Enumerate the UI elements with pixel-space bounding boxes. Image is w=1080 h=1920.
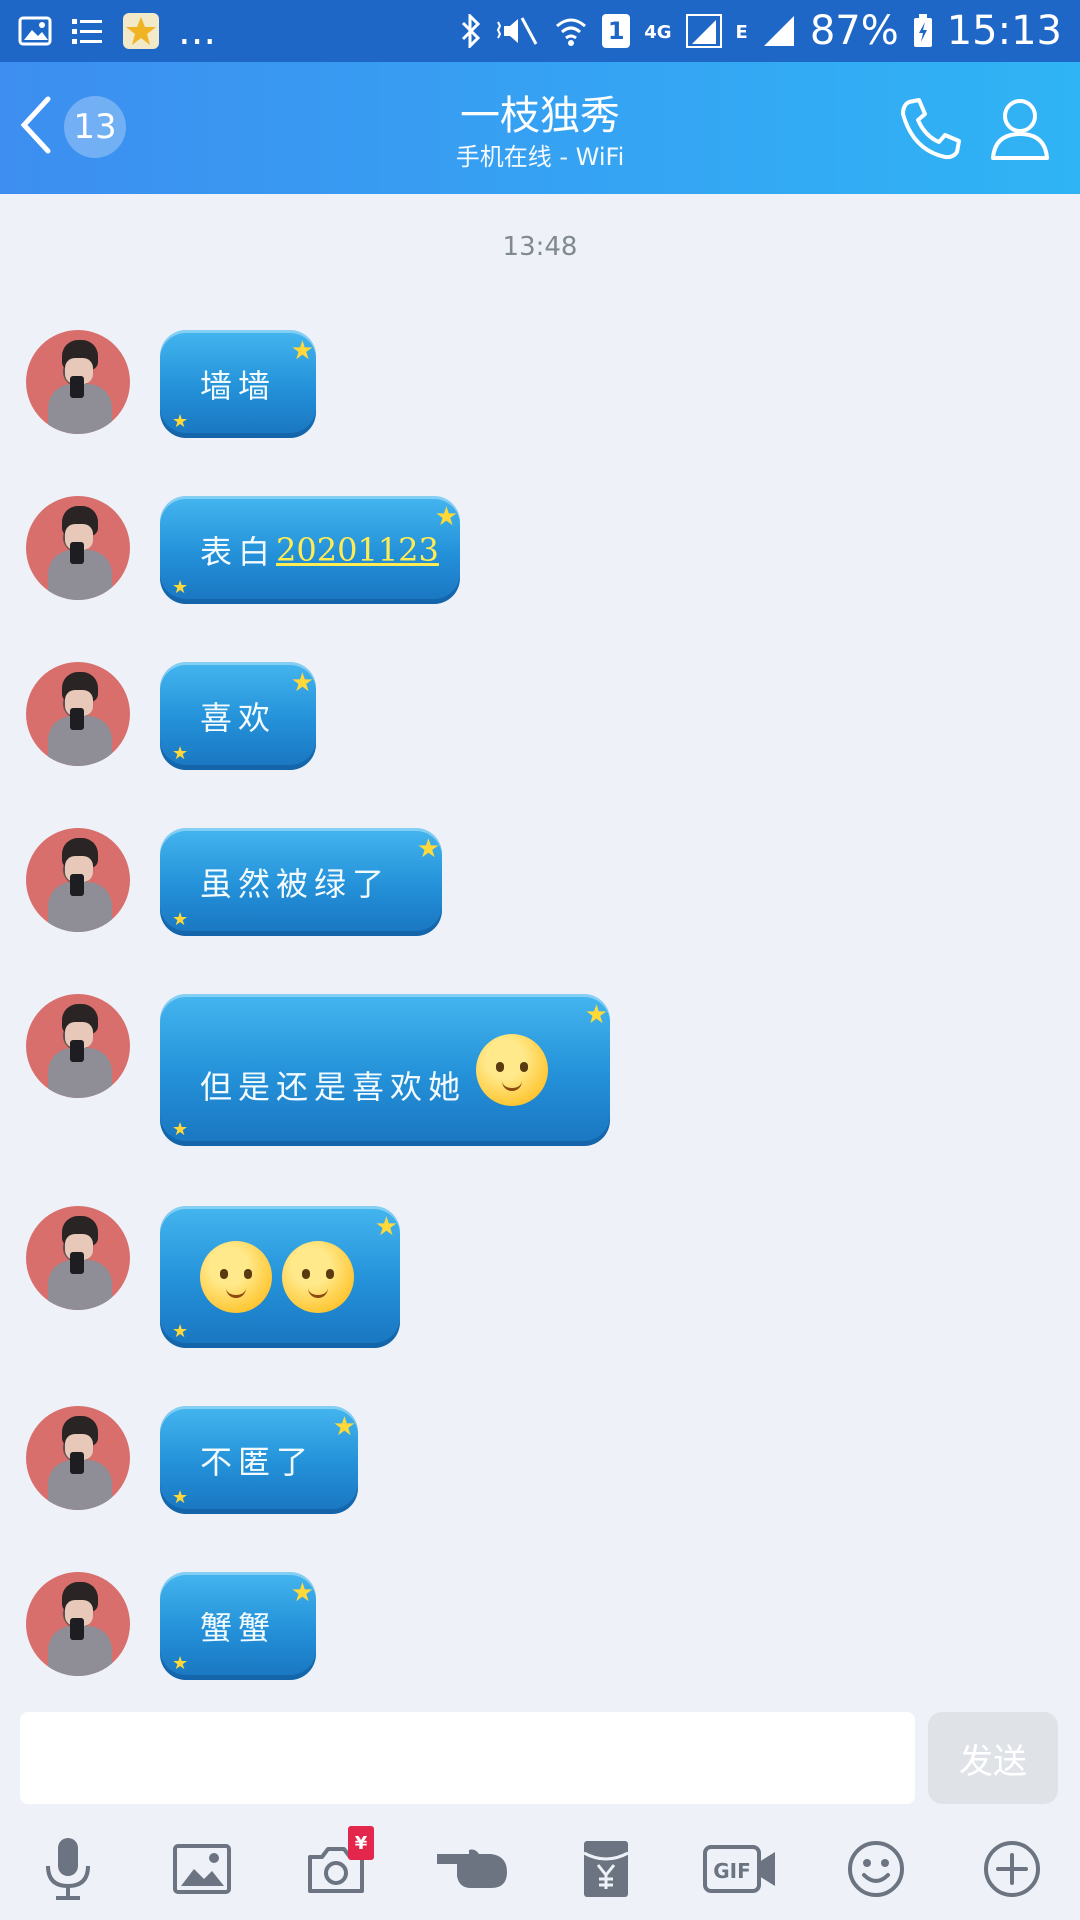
signal-icon-1 (685, 14, 722, 48)
emoji-button[interactable] (836, 1834, 916, 1904)
avatar[interactable] (26, 1406, 130, 1510)
microphone-icon (46, 1838, 90, 1900)
message-bubble[interactable]: 墙墙 ★ ★ (160, 330, 316, 438)
message-link[interactable]: 20201123 (276, 531, 439, 569)
clock: 15:13 (946, 8, 1062, 54)
message-text: 但是还是喜欢她 (200, 1068, 467, 1106)
star-decoration-icon: ★ (584, 1000, 608, 1030)
mute-vibrate-icon (496, 14, 540, 48)
qzone-notification-icon (122, 12, 160, 50)
signal-icon-2 (762, 14, 796, 48)
wifi-icon (554, 14, 588, 48)
message-bubble[interactable]: ★ ★ (160, 1206, 400, 1348)
photo-button[interactable] (162, 1834, 242, 1904)
message-input[interactable] (20, 1712, 915, 1804)
star-decoration-icon: ★ (374, 1212, 398, 1242)
star-decoration-icon: ★ (172, 411, 189, 432)
red-packet-button[interactable] (566, 1834, 646, 1904)
list-notification-icon (70, 16, 104, 46)
profile-button[interactable] (985, 94, 1055, 164)
call-button[interactable] (895, 94, 965, 164)
voice-button[interactable] (28, 1834, 108, 1904)
avatar[interactable] (26, 662, 130, 766)
poke-button[interactable] (432, 1834, 512, 1904)
message-bubble[interactable]: 但是还是喜欢她 ★ ★ (160, 994, 610, 1146)
star-decoration-icon: ★ (434, 502, 458, 532)
avatar[interactable] (26, 330, 130, 434)
message-bubble[interactable]: 喜欢 ★ ★ (160, 662, 316, 770)
star-decoration-icon: ★ (172, 909, 189, 930)
gif-button[interactable]: GIF (700, 1834, 780, 1904)
plus-icon (984, 1841, 1040, 1897)
hug-emoji-icon (200, 1241, 272, 1313)
send-button[interactable]: 发送 (928, 1712, 1058, 1804)
star-decoration-icon: ★ (172, 1487, 189, 1508)
red-packet-badge: ¥ (348, 1826, 374, 1860)
message-text: 表白 (200, 533, 277, 571)
star-decoration-icon: ★ (172, 577, 189, 598)
chat-timestamp: 13:48 (502, 232, 578, 262)
battery-charging-icon (913, 14, 933, 48)
person-icon (991, 99, 1049, 160)
avatar[interactable] (26, 496, 130, 600)
avatar[interactable] (26, 994, 130, 1098)
star-decoration-icon: ★ (290, 1578, 314, 1608)
image-icon (173, 1844, 231, 1894)
network-4g-label: 4G (644, 22, 672, 43)
message-text: 虽然被绿了 (200, 865, 391, 903)
gif-label: GIF (713, 1859, 751, 1883)
message-bubble[interactable]: 蟹蟹 ★ ★ (160, 1572, 316, 1680)
avatar[interactable] (26, 1572, 130, 1676)
message-bubble[interactable]: 表白 20201123 ★ ★ (160, 496, 460, 604)
poke-icon (437, 1849, 507, 1888)
message-text: 墙墙 (200, 367, 277, 405)
input-bar: 发送 (0, 1700, 1080, 1810)
status-bar: ... 1 4G E 87% 15:13 (0, 0, 1080, 62)
gif-icon: GIF (703, 1845, 775, 1893)
star-decoration-icon: ★ (290, 668, 314, 698)
shy-emoji-icon (476, 1034, 549, 1106)
message-bubble[interactable]: 不匿了 ★ ★ (160, 1406, 358, 1514)
gallery-notification-icon (18, 16, 52, 46)
star-decoration-icon: ★ (172, 1321, 189, 1342)
network-e-label: E (735, 22, 748, 43)
camera-button[interactable]: ¥ (296, 1826, 376, 1904)
battery-percent: 87% (809, 8, 899, 54)
more-notifications-text: ... (178, 8, 217, 54)
avatar[interactable] (26, 1206, 130, 1310)
sim-slot-icon: 1 (602, 14, 631, 48)
star-decoration-icon: ★ (332, 1412, 356, 1442)
bluetooth-icon (460, 14, 482, 48)
star-decoration-icon: ★ (172, 1653, 189, 1674)
chat-header: 13 一枝独秀 手机在线 - WiFi (0, 62, 1080, 194)
input-toolbar: ¥ GIF (0, 1816, 1080, 1920)
star-decoration-icon: ★ (290, 336, 314, 366)
star-decoration-icon: ★ (172, 1119, 189, 1140)
more-button[interactable] (972, 1834, 1052, 1904)
message-text: 不匿了 (200, 1443, 315, 1481)
hug-emoji-icon (282, 1241, 354, 1313)
phone-icon (901, 98, 961, 160)
star-decoration-icon: ★ (172, 743, 189, 764)
message-bubble[interactable]: 虽然被绿了 ★ ★ (160, 828, 442, 936)
emoji-icon (848, 1841, 904, 1897)
message-text: 喜欢 (200, 699, 277, 737)
message-text: 蟹蟹 (200, 1609, 277, 1647)
red-packet-icon (583, 1841, 629, 1897)
star-decoration-icon: ★ (416, 834, 440, 864)
avatar[interactable] (26, 828, 130, 932)
